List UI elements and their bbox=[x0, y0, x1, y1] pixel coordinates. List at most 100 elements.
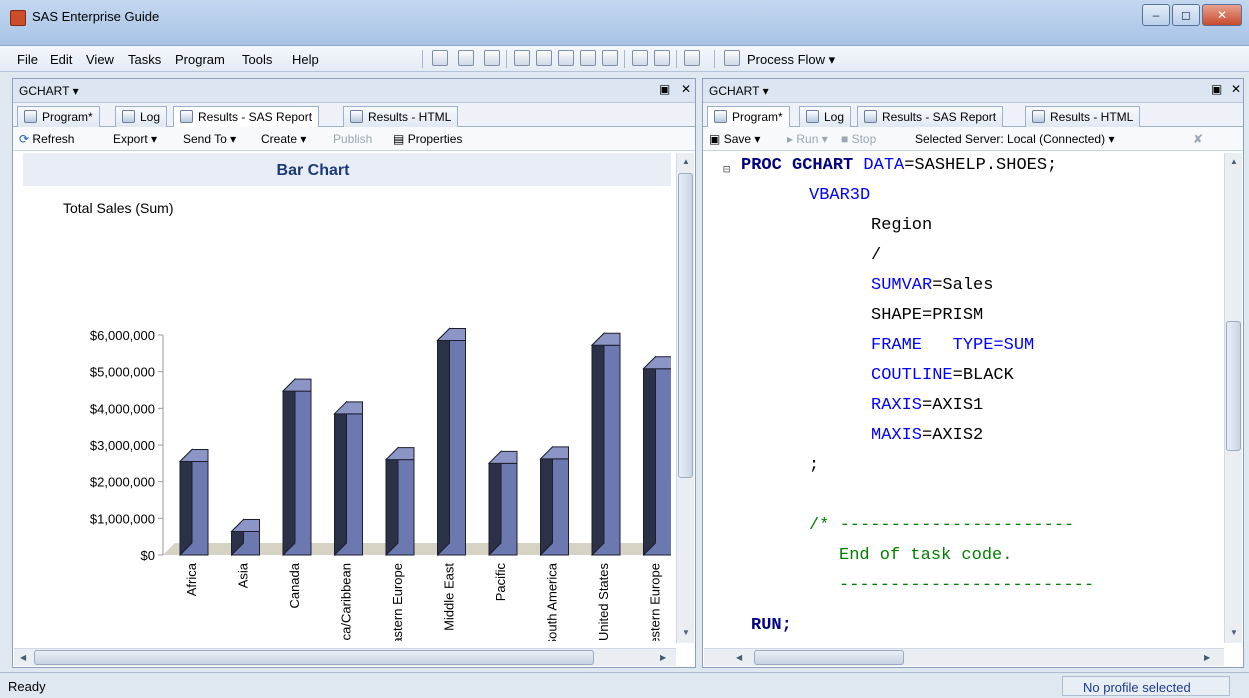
refresh-button[interactable]: ⟳ Refresh bbox=[19, 132, 74, 146]
bar-side bbox=[179, 448, 193, 557]
maximize-button[interactable]: ◻ bbox=[1172, 4, 1200, 26]
new-icon[interactable] bbox=[432, 50, 448, 66]
program-pane: GCHART ▾ ▣ ✕ Program* Log Results - SAS … bbox=[702, 78, 1244, 668]
results-horizontal-scrollbar[interactable]: ◀ ▶ bbox=[14, 648, 676, 666]
send-to-button[interactable]: Send To ▾ bbox=[183, 132, 236, 146]
code-vertical-scrollbar[interactable]: ▲ ▼ bbox=[1224, 153, 1242, 643]
menu-view[interactable]: View bbox=[86, 52, 114, 67]
bar-top bbox=[178, 449, 209, 462]
results-pane: GCHART ▾ ▣ ✕ Program* Log Results - SAS … bbox=[12, 78, 696, 668]
cut-icon[interactable] bbox=[536, 50, 552, 66]
bar-side bbox=[282, 377, 296, 557]
code-line: COUTLINE=BLACK bbox=[871, 366, 1014, 385]
redo-icon[interactable] bbox=[654, 50, 670, 66]
close-pane-icon[interactable]: ✕ bbox=[1231, 82, 1241, 96]
menu-help[interactable]: Help bbox=[292, 52, 319, 67]
x-tick-label: Africa bbox=[184, 562, 199, 596]
scroll-thumb[interactable] bbox=[34, 650, 594, 665]
create-button[interactable]: Create ▾ bbox=[261, 132, 306, 146]
stop-button[interactable]: ■ Stop bbox=[841, 132, 876, 146]
bar-top bbox=[281, 378, 312, 392]
undo-icon[interactable] bbox=[632, 50, 648, 66]
minimize-button[interactable]: – bbox=[1142, 4, 1170, 26]
maximize-pane-icon[interactable]: ▣ bbox=[659, 82, 670, 96]
code-editor[interactable]: ⊟ PROC GCHART DATA=SASHELP.SHOES; VBAR3D… bbox=[715, 153, 1205, 641]
scroll-thumb[interactable] bbox=[754, 650, 904, 665]
toolbar-separator bbox=[506, 50, 507, 68]
x-tick-label: Eastern Europe bbox=[390, 563, 405, 641]
tab-results-sas-report[interactable]: Results - SAS Report bbox=[173, 106, 320, 128]
html-icon bbox=[350, 110, 363, 123]
collapse-toggle-icon[interactable]: ⊟ bbox=[723, 155, 730, 185]
close-pane-icon[interactable]: ✕ bbox=[681, 82, 691, 96]
html-icon bbox=[1032, 110, 1045, 123]
bar-side bbox=[385, 446, 399, 557]
copy-icon[interactable] bbox=[558, 50, 574, 66]
menu-program[interactable]: Program bbox=[175, 52, 225, 67]
layout-icon[interactable] bbox=[684, 50, 700, 66]
code-line: Region bbox=[871, 216, 933, 235]
export-button[interactable]: Export ▾ bbox=[113, 132, 157, 146]
code-line: PROC GCHART DATA=SASHELP.SHOES; bbox=[741, 156, 1058, 175]
add-data-icon[interactable] bbox=[484, 50, 500, 66]
maximize-pane-icon[interactable]: ▣ bbox=[1211, 82, 1222, 96]
program-icon bbox=[714, 110, 727, 123]
pane-title[interactable]: GCHART ▾ bbox=[19, 84, 79, 98]
publish-button[interactable]: Publish bbox=[333, 132, 372, 146]
scroll-left-icon[interactable]: ◀ bbox=[20, 653, 26, 662]
menu-file[interactable]: File bbox=[17, 52, 38, 67]
menu-tools[interactable]: Tools bbox=[242, 52, 272, 67]
tab-results-html[interactable]: Results - HTML bbox=[343, 106, 459, 127]
scroll-thumb[interactable] bbox=[678, 173, 693, 478]
tab-log[interactable]: Log bbox=[799, 106, 852, 127]
properties-button[interactable]: ▤ Properties bbox=[393, 132, 462, 146]
scroll-right-icon[interactable]: ▶ bbox=[660, 653, 666, 662]
x-tick-label: Western Europe bbox=[648, 563, 663, 641]
paste-icon[interactable] bbox=[580, 50, 596, 66]
scroll-right-icon[interactable]: ▶ bbox=[1204, 653, 1210, 662]
code-horizontal-scrollbar[interactable]: ◀ ▶ bbox=[704, 648, 1224, 666]
title-bar: SAS Enterprise Guide – ◻ ✕ bbox=[0, 0, 1249, 46]
process-flow-icon[interactable] bbox=[724, 50, 740, 66]
menu-tasks[interactable]: Tasks bbox=[128, 52, 161, 67]
disconnect-icon[interactable]: ✘ bbox=[1193, 132, 1203, 146]
tab-results-html[interactable]: Results - HTML bbox=[1025, 106, 1141, 127]
delete-icon[interactable] bbox=[602, 50, 618, 66]
bar-side bbox=[643, 355, 656, 557]
tab-strip: Program* Log Results - SAS Report Result… bbox=[703, 103, 1243, 128]
scroll-up-icon[interactable]: ▲ bbox=[1230, 157, 1238, 166]
tab-program[interactable]: Program* bbox=[17, 106, 100, 127]
menu-edit[interactable]: Edit bbox=[50, 52, 72, 67]
open-icon[interactable] bbox=[458, 50, 474, 66]
scroll-left-icon[interactable]: ◀ bbox=[736, 653, 742, 662]
tab-program[interactable]: Program* bbox=[707, 106, 790, 128]
y-axis-label: Total Sales (Sum) bbox=[63, 200, 173, 216]
code-line: SUMVAR=Sales bbox=[871, 276, 994, 295]
save-button[interactable]: ▣ Save ▾ bbox=[709, 132, 760, 146]
scroll-down-icon[interactable]: ▼ bbox=[1230, 628, 1238, 637]
profile-status[interactable]: No profile selected bbox=[1062, 676, 1230, 696]
toolbar-separator bbox=[714, 50, 715, 68]
scroll-down-icon[interactable]: ▼ bbox=[682, 628, 690, 637]
bar-side bbox=[540, 445, 553, 557]
print-icon[interactable] bbox=[514, 50, 530, 66]
results-vertical-scrollbar[interactable]: ▲ ▼ bbox=[676, 153, 694, 643]
tab-log[interactable]: Log bbox=[115, 106, 168, 127]
scroll-up-icon[interactable]: ▲ bbox=[682, 157, 690, 166]
pane-header: GCHART ▾ ▣ ✕ bbox=[13, 79, 695, 103]
refresh-icon: ⟳ bbox=[19, 132, 30, 146]
selected-server-dropdown[interactable]: Selected Server: Local (Connected) ▾ bbox=[915, 132, 1114, 146]
x-tick-label: South America bbox=[545, 562, 560, 641]
x-tick-label: Central America/Caribbean bbox=[339, 563, 354, 641]
scroll-thumb[interactable] bbox=[1226, 321, 1241, 451]
tab-results-sas-report[interactable]: Results - SAS Report bbox=[857, 106, 1004, 127]
run-button[interactable]: ▸ Run ▾ bbox=[787, 132, 828, 146]
code-comment: End of task code. bbox=[839, 546, 1013, 565]
log-icon bbox=[122, 110, 135, 123]
bar-top bbox=[333, 401, 363, 415]
close-button[interactable]: ✕ bbox=[1202, 4, 1242, 26]
process-flow-button[interactable]: Process Flow ▾ bbox=[747, 52, 835, 68]
bar-side bbox=[437, 327, 450, 557]
pane-title[interactable]: GCHART ▾ bbox=[709, 84, 769, 98]
bar-top bbox=[230, 519, 260, 533]
